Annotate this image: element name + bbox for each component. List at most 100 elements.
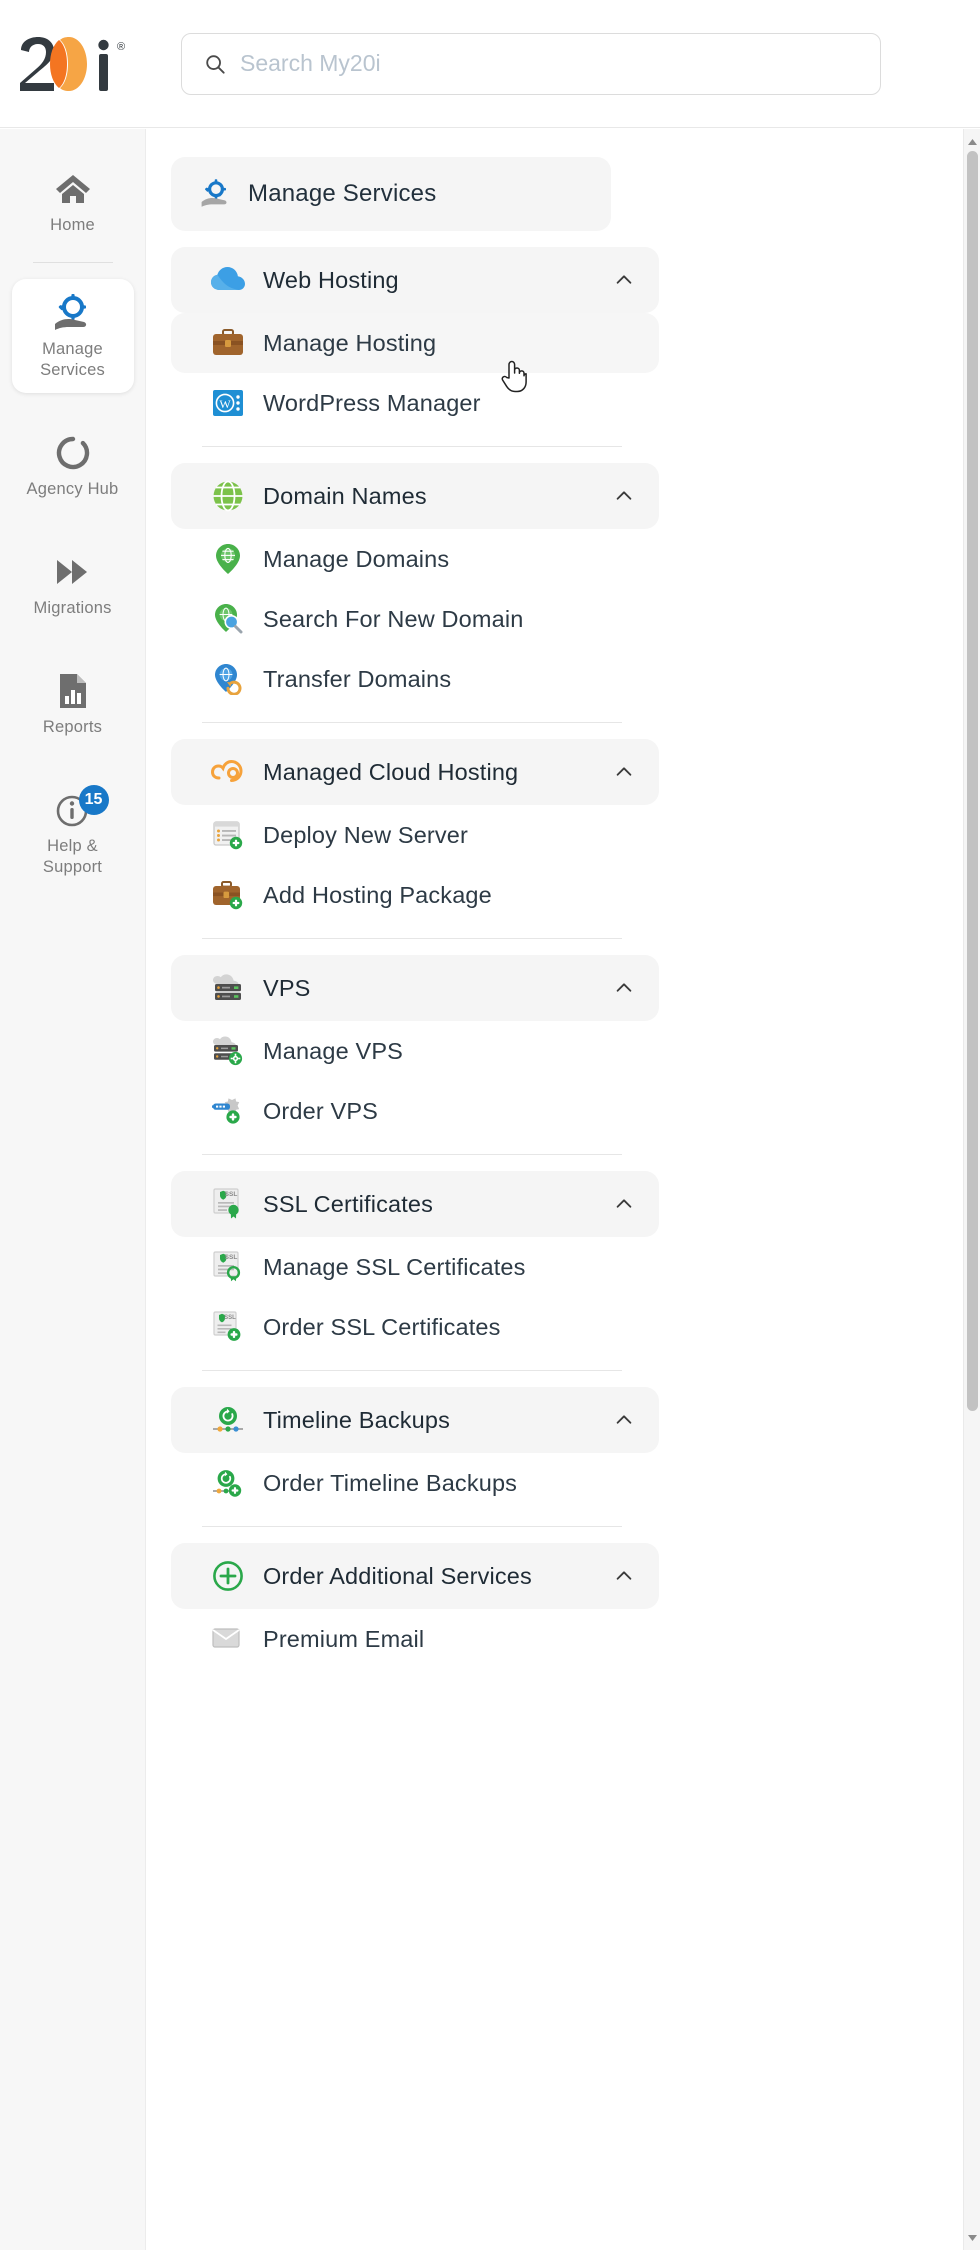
sidebar-item-home[interactable]: Home	[12, 155, 134, 248]
server-add-icon	[211, 1094, 245, 1128]
group-header-web-hosting[interactable]: Web Hosting	[171, 247, 659, 313]
group-header-managed-cloud-hosting[interactable]: Managed Cloud Hosting	[171, 739, 659, 805]
deploy-server-icon	[211, 818, 245, 852]
agency-hub-icon	[55, 433, 91, 473]
menu-item-order-ssl-certificates[interactable]: SSL Order SSL Certificates	[171, 1297, 659, 1357]
menu-item-label: Manage Hosting	[263, 329, 437, 356]
sidebar-item-manage-services[interactable]: Manage Services	[11, 279, 134, 393]
sidebar-item-label: Migrations	[33, 599, 112, 617]
svg-text:SSL: SSL	[225, 1254, 238, 1261]
rail-spacer	[0, 393, 145, 419]
ssl-manage-icon: SSL	[211, 1250, 245, 1284]
menu-item-label: WordPress Manager	[263, 389, 481, 416]
menu-item-label: Transfer Domains	[263, 665, 452, 692]
briefcase-icon	[211, 326, 245, 360]
chevron-up-icon[interactable]	[613, 485, 635, 507]
svg-text:SSL: SSL	[224, 1315, 236, 1321]
menu-item-label: Order Timeline Backups	[263, 1469, 518, 1496]
group-label: VPS	[263, 974, 311, 1001]
scroll-up-arrow-icon[interactable]	[964, 133, 980, 150]
chevron-up-icon[interactable]	[613, 1193, 635, 1215]
scroll-down-arrow-icon[interactable]	[964, 2229, 980, 2246]
svg-text:W: W	[219, 397, 231, 411]
primary-nav-rail: Home Manage Services Agency Hub Migratio…	[0, 129, 146, 2250]
group-web-hosting: Web Hosting Manage Hosting W WordPress M…	[146, 247, 980, 433]
group-ssl-certificates: SSL SSL Certificates SSL Manage SSL Cert…	[146, 1171, 980, 1357]
group-label: SSL Certificates	[263, 1190, 434, 1217]
section-divider	[202, 1154, 622, 1155]
manage-services-icon	[53, 293, 93, 333]
menu-item-label: Premium Email	[263, 1625, 425, 1652]
menu-item-label: Search For New Domain	[263, 605, 524, 632]
rail-spacer	[0, 512, 145, 538]
chevron-up-icon[interactable]	[613, 977, 635, 999]
chevron-up-icon[interactable]	[613, 1565, 635, 1587]
sidebar-item-reports[interactable]: Reports	[12, 657, 134, 750]
migrations-icon	[53, 552, 93, 592]
rail-divider	[32, 262, 113, 263]
search-input[interactable]	[240, 50, 858, 77]
menu-item-manage-domains[interactable]: Manage Domains	[171, 529, 659, 589]
sidebar-item-label: Reports	[42, 718, 103, 736]
panel-scrollbar[interactable]	[963, 129, 980, 2250]
sidebar-item-migrations[interactable]: Migrations	[12, 538, 134, 631]
section-divider	[202, 722, 622, 723]
brand-logo[interactable]: ®	[0, 0, 145, 128]
domain-transfer-icon	[211, 662, 245, 696]
server-gear-icon	[211, 1034, 245, 1068]
globe-icon	[211, 479, 245, 513]
group-header-domain-names[interactable]: Domain Names	[171, 463, 659, 529]
menu-item-label: Order VPS	[263, 1097, 378, 1124]
menu-item-manage-ssl-certificates[interactable]: SSL Manage SSL Certificates	[171, 1237, 659, 1297]
group-managed-cloud-hosting: Managed Cloud Hosting Deploy New Server …	[146, 739, 980, 925]
menu-item-label: Manage VPS	[263, 1037, 403, 1064]
menu-item-order-vps[interactable]: Order VPS	[171, 1081, 659, 1141]
sidebar-item-label: Agency Hub	[26, 480, 119, 498]
menu-item-manage-vps[interactable]: Manage VPS	[171, 1021, 659, 1081]
map-pin-globe-icon	[211, 542, 245, 576]
group-label: Timeline Backups	[263, 1406, 450, 1433]
group-label: Domain Names	[263, 482, 427, 509]
menu-item-deploy-new-server[interactable]: Deploy New Server	[171, 805, 659, 865]
ssl-add-icon: SSL	[211, 1310, 245, 1344]
domain-search-icon	[211, 602, 245, 636]
menu-item-search-for-new-domain[interactable]: Search For New Domain	[171, 589, 659, 649]
menu-item-premium-email[interactable]: Premium Email	[171, 1609, 659, 1669]
section-divider	[202, 1370, 622, 1371]
plus-circle-icon	[211, 1559, 245, 1593]
rail-spacer	[0, 631, 145, 657]
menu-item-wordpress-manager[interactable]: W WordPress Manager	[171, 373, 659, 433]
scrollbar-thumb[interactable]	[967, 151, 978, 1411]
chevron-up-icon[interactable]	[613, 1409, 635, 1431]
search-box[interactable]	[181, 32, 881, 95]
wordpress-icon: W	[211, 386, 245, 420]
chevron-up-icon[interactable]	[613, 269, 635, 291]
group-timeline-backups: Timeline Backups Order Timeline Backups	[146, 1387, 980, 1513]
group-header-timeline-backups[interactable]: Timeline Backups	[171, 1387, 659, 1453]
group-header-order-additional-services[interactable]: Order Additional Services	[171, 1543, 659, 1609]
search-icon	[206, 54, 225, 74]
timeline-backup-icon	[211, 1403, 245, 1437]
briefcase-add-icon	[211, 878, 245, 912]
menu-item-label: Add Hosting Package	[263, 881, 492, 908]
section-divider	[202, 446, 622, 447]
manage-services-icon	[201, 179, 227, 207]
managed-cloud-icon	[211, 755, 245, 789]
group-header-ssl-certificates[interactable]: SSL SSL Certificates	[171, 1171, 659, 1237]
group-header-vps[interactable]: VPS	[171, 955, 659, 1021]
chevron-up-icon[interactable]	[613, 761, 635, 783]
menu-item-label: Manage Domains	[263, 545, 450, 572]
top-bar: ®	[0, 0, 980, 128]
group-order-additional-services: Order Additional Services Premium Email	[146, 1543, 980, 1669]
menu-header-label: Manage Services	[248, 180, 437, 207]
sidebar-item-agency-hub[interactable]: Agency Hub	[12, 419, 134, 512]
section-divider	[202, 938, 622, 939]
menu-header-manage-services[interactable]: Manage Services	[171, 157, 611, 231]
menu-item-manage-hosting[interactable]: Manage Hosting	[171, 313, 659, 373]
menu-item-order-timeline-backups[interactable]: Order Timeline Backups	[171, 1453, 659, 1513]
menu-item-add-hosting-package[interactable]: Add Hosting Package	[171, 865, 659, 925]
rail-spacer	[0, 750, 145, 776]
sidebar-item-help-support[interactable]: 15 Help & Support	[12, 776, 134, 890]
menu-item-transfer-domains[interactable]: Transfer Domains	[171, 649, 659, 709]
manage-services-list: Manage Services Web Hosting Manage Hosti…	[146, 129, 980, 1669]
